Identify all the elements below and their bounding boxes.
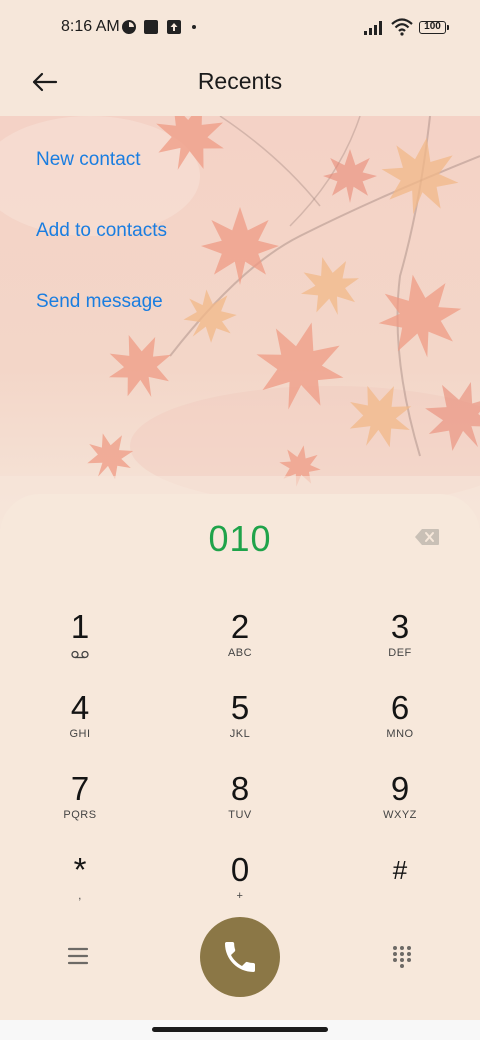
- key-digit: 2: [230, 608, 250, 645]
- key-digit: 0: [230, 851, 250, 888]
- key-4[interactable]: 4 GHI: [25, 689, 135, 759]
- key-9[interactable]: 9 WXYZ: [345, 770, 455, 840]
- key-letters: JKL: [229, 728, 251, 740]
- status-time: 8:16 AM: [61, 18, 120, 35]
- dialpad-icon[interactable]: [391, 944, 413, 970]
- home-indicator[interactable]: [152, 1027, 328, 1032]
- new-contact-link[interactable]: New contact: [36, 149, 141, 171]
- key-digit: 4: [70, 689, 90, 726]
- key-digit: 5: [230, 689, 250, 726]
- app-notification-icon: [144, 20, 158, 34]
- phone-icon: [225, 942, 255, 972]
- key-2[interactable]: 2 ABC: [185, 608, 295, 678]
- status-bar: 8:16 AM 100: [0, 0, 480, 56]
- key-letters: ,: [78, 890, 82, 902]
- key-digit: 6: [390, 689, 410, 726]
- key-digit: 8: [230, 770, 250, 807]
- key-letters: TUV: [228, 809, 252, 821]
- key-star[interactable]: * ,: [25, 851, 135, 921]
- backspace-icon[interactable]: [414, 528, 440, 546]
- key-letters: PQRS: [63, 809, 97, 821]
- data-saver-icon: [122, 20, 136, 34]
- key-digit: 1: [70, 608, 90, 645]
- voicemail-icon: [71, 650, 89, 659]
- key-digit: 9: [390, 770, 410, 807]
- key-3[interactable]: 3 DEF: [345, 608, 455, 678]
- key-digit: 7: [70, 770, 90, 807]
- signal-icon: [364, 21, 382, 35]
- add-to-contacts-link[interactable]: Add to contacts: [36, 220, 167, 242]
- app-header: Recents: [0, 56, 480, 116]
- key-7[interactable]: 7 PQRS: [25, 770, 135, 840]
- key-letters: MNO: [386, 728, 414, 740]
- key-digit: 3: [390, 608, 410, 645]
- key-6[interactable]: 6 MNO: [345, 689, 455, 759]
- wifi-icon: [391, 18, 413, 36]
- key-letters: WXYZ: [383, 809, 417, 821]
- key-1[interactable]: 1: [25, 608, 135, 678]
- key-digit: *: [73, 851, 87, 888]
- page-title: Recents: [197, 68, 283, 94]
- key-letters: +: [236, 890, 244, 902]
- key-digit: #: [392, 855, 408, 885]
- battery-icon: 100: [419, 21, 449, 34]
- key-hash[interactable]: #: [345, 851, 455, 921]
- key-letters: ABC: [227, 647, 253, 659]
- key-5[interactable]: 5 JKL: [185, 689, 295, 759]
- key-letters: GHI: [69, 728, 91, 740]
- send-message-link[interactable]: Send message: [36, 291, 163, 313]
- key-0[interactable]: 0 +: [185, 851, 295, 921]
- call-button[interactable]: [200, 917, 280, 997]
- dialed-number: 010: [208, 518, 272, 559]
- autumn-leaves-wallpaper: [0, 116, 480, 536]
- key-letters: DEF: [388, 647, 412, 659]
- menu-icon[interactable]: [64, 944, 92, 968]
- key-8[interactable]: 8 TUV: [185, 770, 295, 840]
- notification-dot-icon: [192, 25, 196, 29]
- upload-icon: [167, 20, 181, 34]
